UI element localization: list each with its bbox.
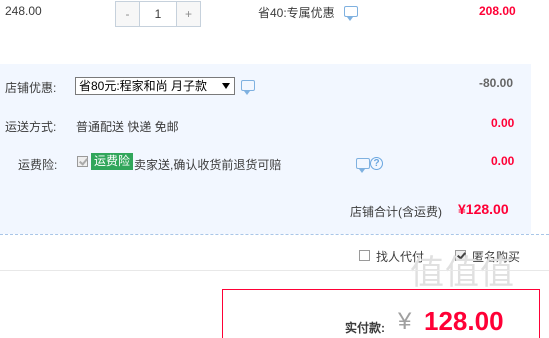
chat-bubble-icon[interactable] [356,158,370,173]
payment-currency: ¥ [398,308,412,335]
increase-quantity-button[interactable]: + [176,2,200,26]
shop-discount-label: 店铺优惠: [5,81,57,95]
payment-value: 128.00 [424,306,504,336]
shop-discount-amount: -80.00 [479,76,514,90]
insurance-amount: 0.00 [491,154,515,168]
decrease-quantity-button[interactable]: - [116,2,140,26]
panel-gutter [531,64,549,234]
quantity-stepper[interactable]: - 1 + [115,1,201,27]
dashed-divider [0,234,549,235]
help-icon[interactable]: ? [370,157,383,170]
shop-total-value: ¥128.00 [458,201,509,217]
section-divider [0,270,549,271]
item-row-total: 208.00 [479,4,516,18]
payment-label: 实付款: [345,321,385,335]
shop-discount-selected: 省80元:程家和尚 月子款 [79,79,208,93]
shipping-method: 普通配送 快递 免邮 [76,120,179,134]
insurance-label: 运费险: [18,158,58,172]
quantity-input[interactable]: 1 [140,2,176,26]
dropdown-arrow-icon [222,83,230,89]
chat-bubble-icon[interactable] [344,6,358,21]
chat-bubble-icon[interactable] [241,80,255,95]
insurance-description: 卖家送,确认收货前退货可赔 [134,158,282,172]
shipping-amount: 0.00 [491,116,515,130]
proxy-pay-checkbox[interactable] [359,250,370,261]
shipping-label: 运送方式: [5,120,57,134]
shop-total-label: 店铺合计(含运费) [350,205,442,219]
unit-price: 248.00 [5,4,42,18]
insurance-checkbox [77,156,88,167]
item-promo-text: 省40:专属优惠 [258,6,335,20]
insurance-tag: 运费险 [91,153,134,170]
shop-discount-select[interactable]: 省80元:程家和尚 月子款 [75,77,235,95]
